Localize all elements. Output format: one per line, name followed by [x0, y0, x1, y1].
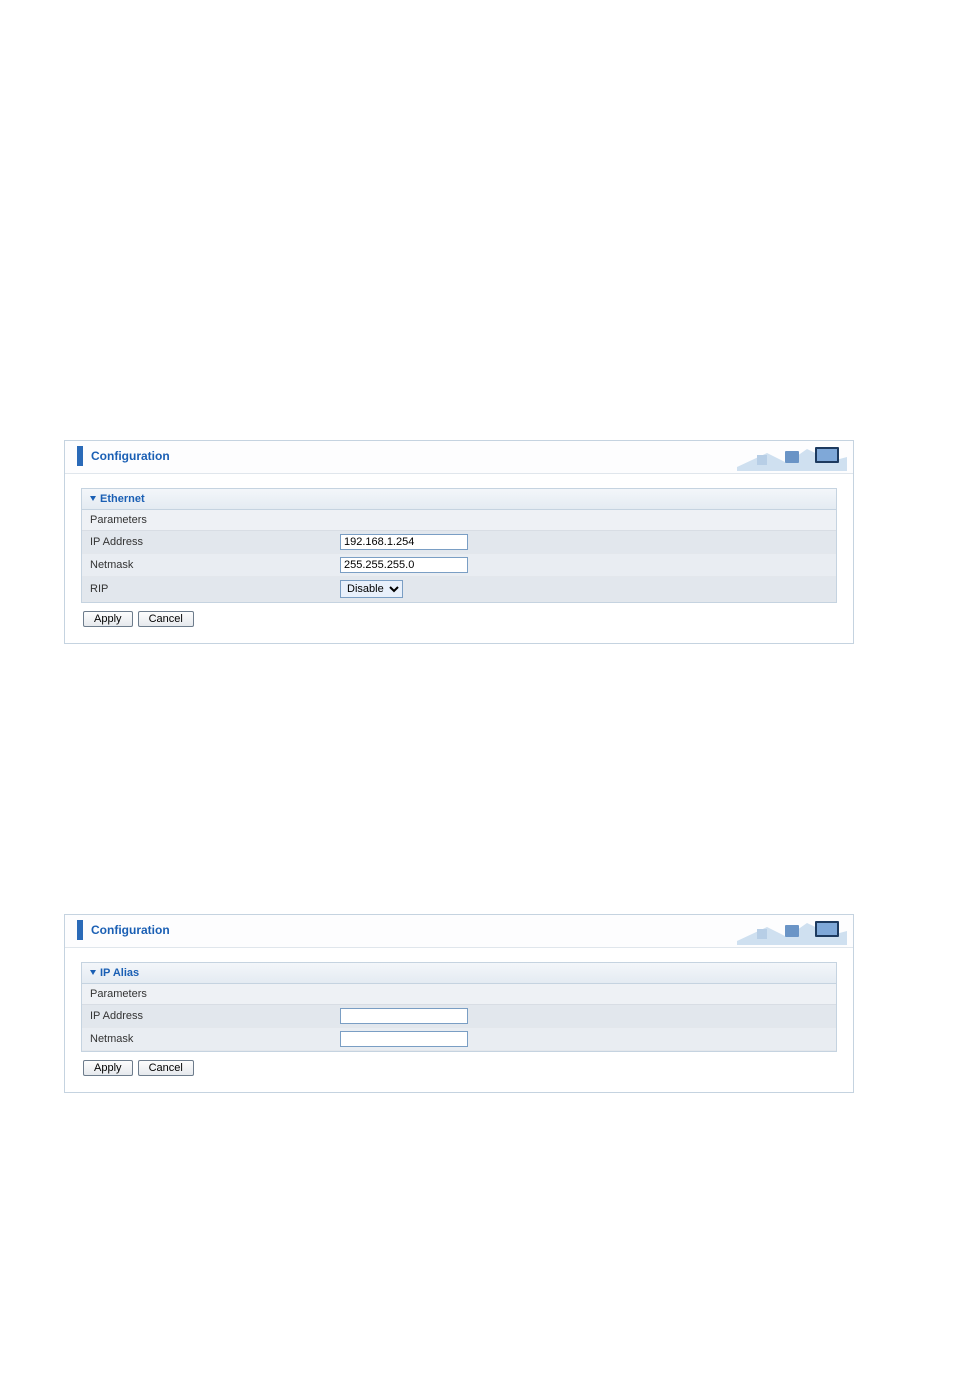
ipalias-section: IP Alias Parameters IP Address Netmask	[81, 962, 837, 1052]
header-title: Configuration	[91, 449, 170, 463]
config-panel-ipalias: Configuration IP Alias Parameters IP Add…	[64, 914, 854, 1093]
apply-button[interactable]: Apply	[83, 611, 133, 627]
label-netmask: Netmask	[90, 559, 340, 571]
section-title-text: IP Alias	[100, 967, 139, 979]
panel-content: IP Alias Parameters IP Address Netmask A…	[65, 948, 853, 1092]
button-bar: Apply Cancel	[81, 603, 837, 633]
header-decoration-icon	[737, 917, 847, 945]
header-accent-bar	[77, 446, 83, 466]
header-decoration-icon	[737, 443, 847, 471]
row-netmask: Netmask	[82, 1028, 836, 1051]
section-title-text: Ethernet	[100, 493, 145, 505]
section-header-ipalias[interactable]: IP Alias	[82, 963, 836, 984]
chevron-down-icon	[90, 970, 96, 975]
input-ip-address[interactable]	[340, 534, 468, 550]
row-ip-address: IP Address	[82, 531, 836, 554]
parameters-subheader: Parameters	[82, 984, 836, 1005]
row-ip-address: IP Address	[82, 1005, 836, 1028]
cancel-button[interactable]: Cancel	[138, 611, 194, 627]
label-netmask: Netmask	[90, 1033, 340, 1045]
label-ip-address: IP Address	[90, 536, 340, 548]
button-bar: Apply Cancel	[81, 1052, 837, 1082]
parameters-subheader: Parameters	[82, 510, 836, 531]
input-netmask[interactable]	[340, 1031, 468, 1047]
config-panel-ethernet: Configuration Ethernet Parameters IP Add…	[64, 440, 854, 644]
header-title: Configuration	[91, 923, 170, 937]
row-netmask: Netmask	[82, 554, 836, 577]
ethernet-section: Ethernet Parameters IP Address Netmask R…	[81, 488, 837, 603]
label-rip: RIP	[90, 583, 340, 595]
panel-content: Ethernet Parameters IP Address Netmask R…	[65, 474, 853, 643]
panel-header: Configuration	[65, 915, 853, 948]
section-header-ethernet[interactable]: Ethernet	[82, 489, 836, 510]
select-rip[interactable]: Disable	[340, 580, 403, 598]
label-ip-address: IP Address	[90, 1010, 340, 1022]
apply-button[interactable]: Apply	[83, 1060, 133, 1076]
panel-header: Configuration	[65, 441, 853, 474]
row-rip: RIP Disable	[82, 577, 836, 602]
input-netmask[interactable]	[340, 557, 468, 573]
cancel-button[interactable]: Cancel	[138, 1060, 194, 1076]
header-accent-bar	[77, 920, 83, 940]
chevron-down-icon	[90, 496, 96, 501]
input-ip-address[interactable]	[340, 1008, 468, 1024]
